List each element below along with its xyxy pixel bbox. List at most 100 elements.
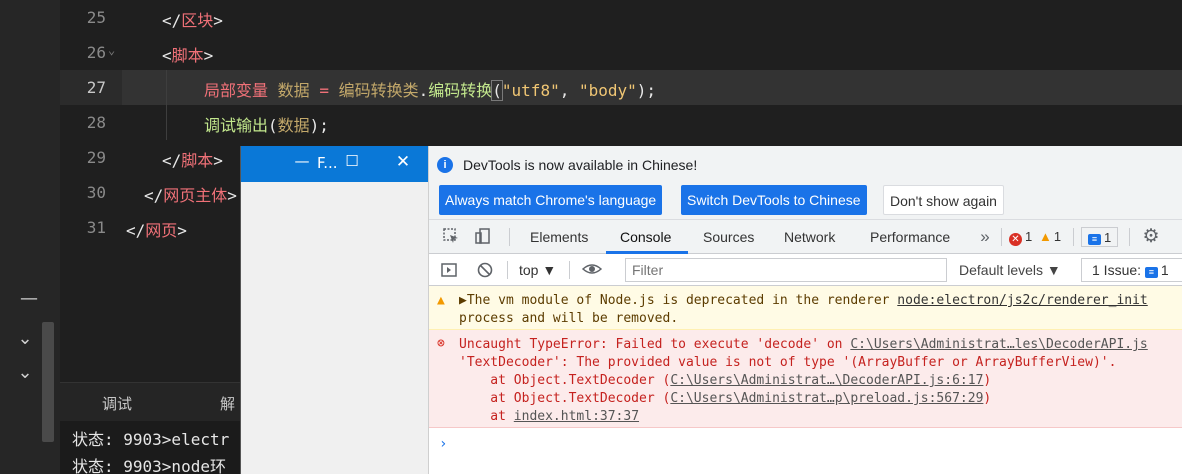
issues-count: 1 [1160, 262, 1169, 278]
message-icon: ≡ [1088, 234, 1101, 245]
tag-bracket: </ [126, 221, 146, 240]
context-value: top [519, 262, 539, 278]
toolbar-divider [569, 261, 570, 279]
toolbar-divider [507, 261, 508, 279]
chevron-down-icon[interactable]: ⌄ [14, 362, 36, 384]
warning-count-badge[interactable]: ▲ 1 [1039, 227, 1061, 247]
warning-line: ▶The vm module of Node.js is deprecated … [459, 293, 1148, 308]
source-link[interactable]: C:\Users\Administrat…les\DecoderAPI.js [850, 337, 1147, 352]
message-count: 1 [1104, 230, 1112, 245]
code-text[interactable]: 调试输出(数据); [204, 112, 329, 136]
paren: ); [636, 81, 657, 100]
tag-name: 网页主体 [163, 186, 228, 205]
dot: . [418, 81, 429, 100]
dont-show-again-button[interactable]: Don't show again [883, 185, 1004, 215]
warning-icon: ▲ [1039, 229, 1052, 244]
tag-bracket: </ [162, 151, 182, 170]
warning-line-2: process and will be removed. [459, 311, 679, 326]
close-button[interactable]: ✕ [392, 152, 414, 172]
code-text[interactable]: 局部变量 数据 = 编码转换类.编码转换("utf8", "body"); [204, 77, 656, 101]
settings-gear-icon[interactable]: ⚙ [1141, 227, 1161, 247]
app-window-titlebar[interactable]: — F... ☐ ✕ [241, 146, 429, 182]
console-warning-row[interactable]: ▲ ▶The vm module of Node.js is deprecate… [429, 286, 1182, 330]
paren: ); [309, 116, 329, 135]
scrollbar-thumb[interactable] [42, 322, 54, 442]
toolbar-divider [509, 228, 510, 246]
code-text[interactable]: <脚本> [162, 42, 213, 66]
tag-bracket: > [177, 221, 187, 240]
code-line[interactable]: 25 </区块> [0, 0, 1182, 35]
context-selector[interactable]: top ▼ [519, 262, 556, 278]
console-output[interactable]: ▲ ▶The vm module of Node.js is deprecate… [429, 286, 1182, 474]
status-line: 状态: 9903>electr [72, 430, 230, 449]
source-link[interactable]: C:\Users\Administrat…\DecoderAPI.js:6:17 [670, 373, 983, 388]
string-literal: "utf8" [501, 81, 560, 100]
tag-bracket: > [227, 186, 237, 205]
paren: ( [268, 116, 278, 135]
devtools-panel: i DevTools is now available in Chinese! … [428, 146, 1182, 474]
warning-count: 1 [1053, 229, 1062, 244]
minimize-button[interactable]: — [291, 152, 313, 170]
message-count-badge[interactable]: ≡ 1 [1081, 227, 1119, 247]
tag-bracket: > [213, 11, 223, 30]
clear-console-icon[interactable] [475, 261, 495, 281]
line-number: 29 [86, 148, 106, 167]
tab-network[interactable]: Network [784, 229, 835, 245]
tab-console[interactable]: Console [620, 229, 671, 245]
app-window[interactable]: — F... ☐ ✕ [240, 146, 429, 474]
log-levels-dropdown[interactable]: Default levels ▼ [959, 262, 1061, 278]
code-text[interactable]: </区块> [162, 7, 223, 31]
toolbar-divider [1129, 228, 1130, 246]
inspect-element-icon[interactable] [441, 227, 461, 247]
tab-debug[interactable]: 调试 [102, 393, 132, 414]
tab-other[interactable]: 解 [220, 393, 235, 414]
device-toolbar-icon[interactable] [473, 227, 493, 247]
code-text[interactable]: </脚本> [162, 147, 223, 171]
string-literal: "body" [578, 81, 637, 100]
tab-sources[interactable]: Sources [703, 229, 754, 245]
issues-button[interactable]: 1 Issue: ≡ 1 [1081, 258, 1182, 282]
minimize-panel-icon[interactable]: — [20, 288, 38, 309]
eye-icon[interactable] [581, 260, 603, 280]
fold-chevron-icon[interactable]: ⌄ [108, 43, 115, 57]
tab-performance[interactable]: Performance [870, 229, 950, 245]
code-line[interactable]: 28 调试输出(数据); [0, 105, 1182, 140]
issues-label: 1 Issue: [1092, 262, 1142, 278]
source-link[interactable]: node:electron/js2c/renderer_init [897, 293, 1147, 308]
status-line: 状态: 9903>node环 [72, 457, 226, 474]
more-tabs-icon[interactable]: » [975, 227, 995, 247]
error-message: Uncaught TypeError: Failed to execute 'd… [459, 337, 851, 352]
code-line[interactable]: 26 ⌄ <脚本> [0, 35, 1182, 70]
code-text[interactable]: </网页主体> [144, 182, 237, 206]
tab-elements[interactable]: Elements [530, 229, 588, 245]
devtools-tabbar: Elements Console Sources Network Perform… [429, 220, 1182, 254]
stack-frame-text: at [459, 409, 514, 424]
function-name: 调试输出 [204, 116, 269, 135]
maximize-button[interactable]: ☐ [341, 152, 363, 170]
switch-to-chinese-button[interactable]: Switch DevTools to Chinese [681, 185, 867, 215]
code-text[interactable]: </网页> [126, 217, 187, 241]
sidebar-toggle-icon[interactable] [439, 261, 459, 281]
toolbar-divider [1073, 228, 1074, 246]
console-error-row[interactable]: ⊗ Uncaught TypeError: Failed to execute … [429, 330, 1182, 428]
line-number: 31 [86, 218, 106, 237]
chevron-down-icon[interactable]: ⌄ [14, 328, 36, 350]
error-line-2: 'TextDecoder': The provided value is not… [459, 355, 1117, 370]
variable-name: 数据 [277, 116, 310, 135]
warning-message: ▶The vm module of Node.js is deprecated … [459, 293, 898, 308]
tag-name: 脚本 [171, 46, 204, 65]
line-number: 27 [86, 78, 106, 97]
error-count-badge[interactable]: ✕ 1 [1009, 227, 1032, 247]
stack-frame: at Object.TextDecoder (C:\Users\Administ… [459, 373, 991, 388]
tag-bracket: </ [162, 11, 182, 30]
source-link[interactable]: index.html:37:37 [514, 409, 639, 424]
console-toolbar: top ▼ Default levels ▼ 1 Issue: ≡1 [429, 254, 1182, 286]
code-line[interactable]: 27 局部变量 数据 = 编码转换类.编码转换("utf8", "body"); [0, 70, 1182, 105]
always-match-language-button[interactable]: Always match Chrome's language [439, 185, 663, 215]
console-prompt[interactable]: › [439, 436, 447, 452]
line-number: 30 [86, 183, 106, 202]
tag-name: 脚本 [181, 151, 214, 170]
toolbar-divider [1001, 228, 1002, 246]
source-link[interactable]: C:\Users\Administrat…p\preload.js:567:29 [670, 391, 983, 406]
filter-input[interactable] [625, 258, 947, 282]
